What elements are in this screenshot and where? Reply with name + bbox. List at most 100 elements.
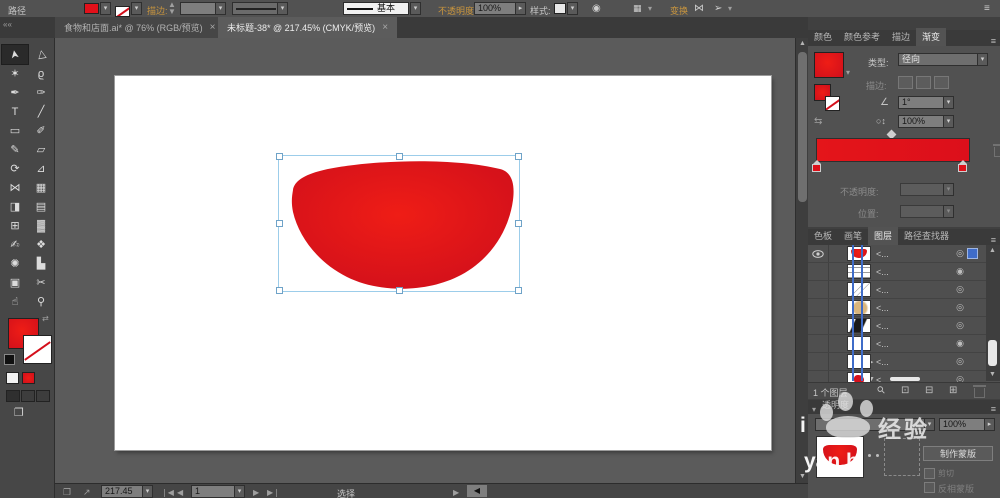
layer-row[interactable]: <... ◎ [808, 317, 986, 335]
opacity-field[interactable]: 100% [474, 2, 518, 15]
align-icon[interactable]: ▦ [633, 3, 642, 14]
handle-e[interactable] [515, 220, 522, 227]
export-arrow-icon[interactable]: ↗ [83, 487, 91, 498]
handle-w[interactable] [276, 220, 283, 227]
hand-tool[interactable]: ☝ [2, 292, 28, 311]
shape-builder-tool[interactable]: ◨ [2, 197, 28, 216]
visibility-eye-icon[interactable] [808, 245, 829, 262]
stroke-weight-link[interactable]: 描边: [147, 4, 168, 18]
draw-inside-mode-button[interactable] [36, 390, 50, 402]
target-circle-icon[interactable]: ◎ [956, 320, 964, 331]
handle-s[interactable] [396, 287, 403, 294]
tab-gradient[interactable]: 渐变 [916, 28, 946, 46]
handle-ne[interactable] [515, 153, 522, 160]
delete-stop-trash-icon[interactable] [994, 147, 1000, 157]
select-similar-icon[interactable]: ➢ [714, 3, 722, 14]
layer-row[interactable]: <... ◎ [808, 281, 986, 299]
opacity-dropdown[interactable]: ▸ [515, 2, 526, 15]
make-mask-button[interactable]: 制作蒙版 [923, 446, 993, 461]
magic-wand-tool[interactable]: ✶ [2, 64, 28, 83]
layer-row[interactable]: ▶ <... ◎ [808, 353, 986, 371]
handle-sw[interactable] [276, 287, 283, 294]
layers-hscroll-thumb[interactable] [890, 377, 920, 381]
style-swatch[interactable] [554, 3, 566, 14]
free-transform-tool[interactable]: ▦ [28, 178, 54, 197]
perspective-grid-tool[interactable]: ▤ [28, 197, 54, 216]
gradient-stop-left[interactable] [812, 160, 821, 172]
first-artboard-icon[interactable]: ❘◀ [161, 488, 174, 497]
zoom-field[interactable]: 217.45 [101, 485, 145, 498]
symbol-sprayer-tool[interactable]: ✺ [2, 254, 28, 273]
rectangle-tool[interactable]: ▭ [2, 121, 28, 140]
panel-menu-icon[interactable]: ≡ [991, 36, 996, 46]
panel-menu-icon[interactable]: ≡ [991, 404, 996, 414]
document-tab[interactable]: 食物和店面.ai* @ 76% (RGB/预览) × [55, 17, 226, 38]
mask-thumbnail-placeholder[interactable] [884, 438, 920, 476]
selection-tool[interactable]: ➤ [2, 45, 28, 64]
handle-n[interactable] [396, 153, 403, 160]
new-layer-icon[interactable]: ⊞ [949, 385, 957, 396]
fill-color-dropdown[interactable]: ▾ [100, 2, 111, 15]
artboard-number-field[interactable]: 1 [191, 485, 237, 498]
tab-swatches[interactable]: 色板 [808, 227, 838, 245]
gradient-type-dropdown[interactable]: ▾ [977, 53, 988, 66]
gradient-stop-right[interactable] [958, 160, 967, 172]
tab-layers[interactable]: 图层 [868, 227, 898, 245]
column-graph-tool[interactable]: ▙ [28, 254, 54, 273]
control-panel-menu-icon[interactable]: ≡ [984, 3, 990, 14]
fill-color-swatch[interactable] [84, 3, 99, 14]
handle-se[interactable] [515, 287, 522, 294]
layer-row[interactable]: <... ◉ [808, 335, 986, 353]
make-clipping-mask-icon[interactable]: ⊡ [901, 385, 909, 396]
close-icon[interactable]: × [210, 22, 216, 33]
layer-row[interactable]: <... ◉ [808, 263, 986, 281]
stroke-swatch[interactable] [23, 335, 52, 364]
visibility-eye-icon[interactable] [808, 281, 829, 298]
zoom-dropdown[interactable]: ▾ [142, 485, 153, 498]
layer-name[interactable]: <... [876, 285, 889, 295]
document-tab-active[interactable]: 未标题-38* @ 217.45% (CMYK/预览) × [218, 17, 397, 38]
tab-transparency[interactable]: 透明度 [816, 396, 855, 414]
direct-selection-tool[interactable]: ▷ [28, 45, 54, 64]
line-segment-tool[interactable]: ╱ [28, 102, 54, 121]
eyedropper-tool[interactable]: ✍ [2, 235, 28, 254]
aspect-ratio-field[interactable]: 100% [898, 115, 946, 128]
gradient-preset-dropdown[interactable]: ▾ [846, 68, 850, 77]
layers-scrollbar[interactable]: ▲ ▼ [986, 245, 1000, 381]
style-dropdown[interactable]: ▾ [567, 2, 578, 15]
stroke-color-dropdown[interactable]: ▾ [131, 2, 142, 15]
last-artboard-icon[interactable]: ▶❘ [267, 488, 280, 497]
stroke-within-button[interactable] [898, 76, 913, 89]
delete-layer-trash-icon[interactable] [974, 388, 985, 398]
transform-link[interactable]: 变换 [670, 4, 688, 18]
width-tool[interactable]: ⋈ [2, 178, 28, 197]
layer-row[interactable]: <... ◎ [808, 245, 986, 263]
reverse-gradient-icon[interactable]: ⇆ [814, 116, 822, 127]
slice-tool[interactable]: ✂ [28, 273, 54, 292]
artboard-number-dropdown[interactable]: ▾ [234, 485, 245, 498]
scroll-down-icon[interactable]: ▼ [986, 369, 999, 381]
screen-mode-icon[interactable]: ❐ [14, 406, 24, 419]
scale-tool[interactable]: ⊿ [28, 159, 54, 178]
locate-object-icon[interactable]: ⚲ [875, 384, 888, 397]
rotate-tool[interactable]: ⟳ [2, 159, 28, 178]
new-sublayer-icon[interactable]: ⊟ [925, 385, 933, 396]
next-artboard-icon[interactable]: ▶ [253, 488, 259, 497]
aspect-ratio-dropdown[interactable]: ▾ [943, 115, 954, 128]
draw-behind-mode-button[interactable] [21, 390, 35, 402]
brush-definition-dropdown[interactable]: ▾ [410, 2, 421, 15]
target-circle-icon[interactable]: ◉ [956, 338, 964, 349]
eraser-tool[interactable]: ▱ [28, 140, 54, 159]
scroll-thumb[interactable] [798, 52, 807, 202]
stroke-across-button[interactable] [934, 76, 949, 89]
target-circle-icon[interactable]: ◎ [956, 284, 964, 295]
status-icon-1[interactable]: ❐ [63, 487, 71, 498]
transparency-opacity-field[interactable]: 100% [939, 418, 987, 431]
gradient-preview-swatch[interactable] [814, 52, 844, 78]
toolbar-collapse-chevrons[interactable]: «« [3, 20, 12, 29]
layer-name[interactable]: <... [876, 357, 889, 367]
visibility-eye-icon[interactable] [808, 317, 829, 334]
zoom-tool[interactable]: ⚲ [28, 292, 54, 311]
angle-dropdown[interactable]: ▾ [943, 96, 954, 109]
layer-row[interactable]: <... ◎ [808, 299, 986, 317]
